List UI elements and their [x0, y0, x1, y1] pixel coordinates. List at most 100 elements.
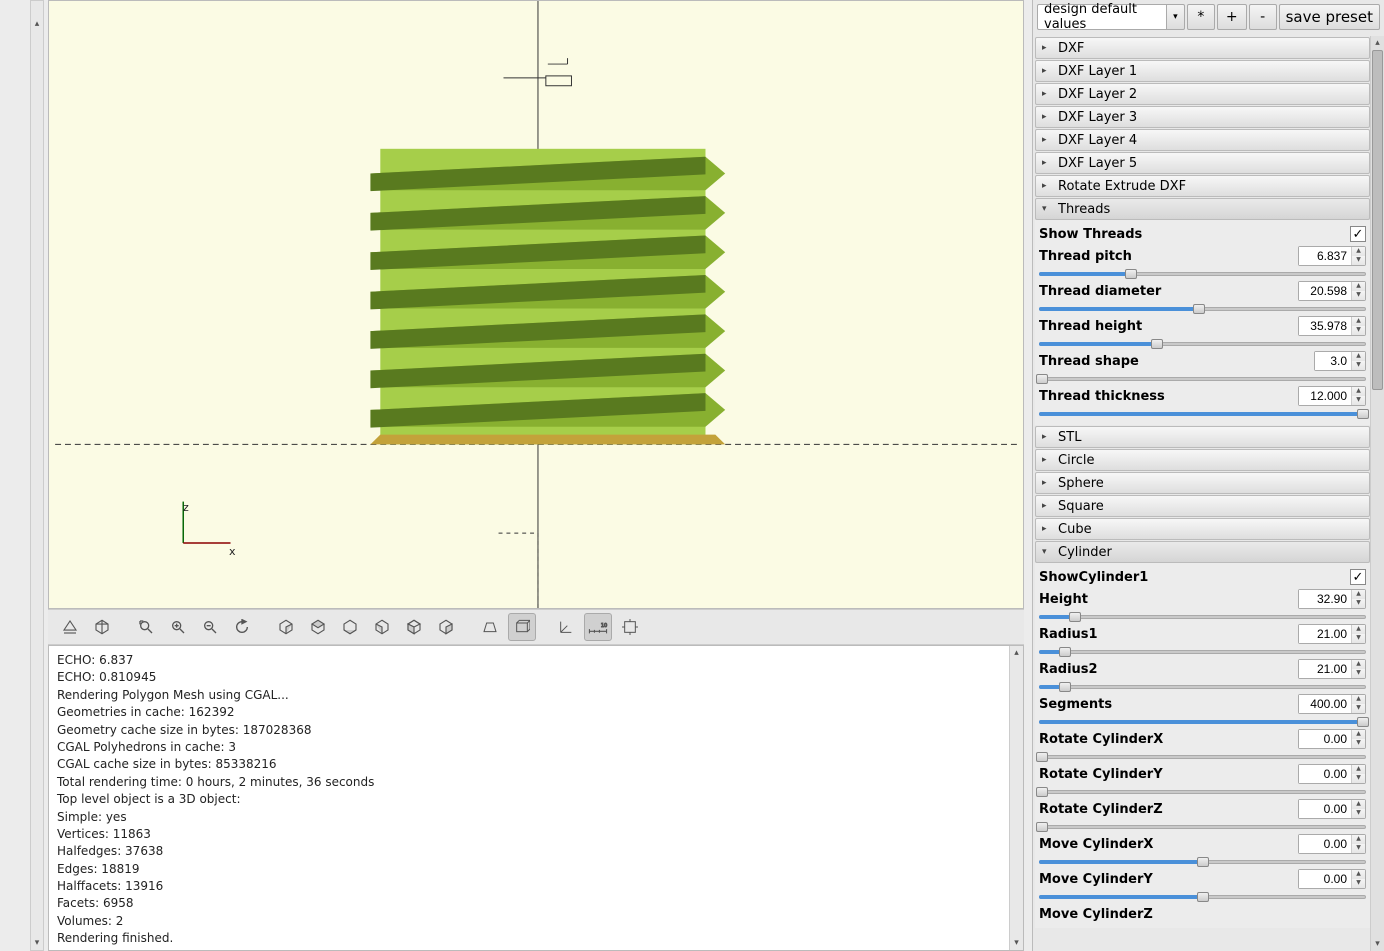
cyl-height-input[interactable] [1299, 590, 1351, 608]
step-down-icon[interactable]: ▼ [1352, 291, 1365, 300]
view-bottom-icon[interactable] [336, 613, 364, 641]
thread-shape-spin[interactable]: ▲▼ [1314, 351, 1366, 371]
axes-icon[interactable] [552, 613, 580, 641]
section-sphere[interactable]: ▸Sphere [1035, 472, 1370, 494]
step-up-icon[interactable]: ▲ [1352, 695, 1365, 704]
cyl-my-input[interactable] [1299, 870, 1351, 888]
scale-marker-icon[interactable]: 10 [584, 613, 612, 641]
section-stl[interactable]: ▸STL [1035, 426, 1370, 448]
step-down-icon[interactable]: ▼ [1352, 844, 1365, 853]
chevron-down-icon[interactable]: ▾ [1167, 4, 1185, 30]
thread-shape-slider[interactable] [1039, 374, 1366, 384]
step-down-icon[interactable]: ▼ [1352, 326, 1365, 335]
preset-combo[interactable]: design default values ▾ [1037, 4, 1185, 30]
cyl-rz-spin[interactable]: ▲▼ [1298, 799, 1366, 819]
thread-pitch-spin[interactable]: ▲▼ [1298, 246, 1366, 266]
scroll-up-icon[interactable]: ▴ [31, 17, 43, 31]
step-down-icon[interactable]: ▼ [1352, 809, 1365, 818]
cyl-r2-input[interactable] [1299, 660, 1351, 678]
perspective-icon[interactable] [476, 613, 504, 641]
thread-pitch-input[interactable] [1299, 247, 1351, 265]
thread-thickness-spin[interactable]: ▲▼ [1298, 386, 1366, 406]
zoom-fit-icon[interactable] [132, 613, 160, 641]
step-up-icon[interactable]: ▲ [1352, 387, 1365, 396]
left-scrollbar[interactable]: ▴ ▾ [30, 0, 44, 951]
view-front-icon[interactable] [400, 613, 428, 641]
cyl-my-slider[interactable] [1039, 892, 1366, 902]
cyl-ry-slider[interactable] [1039, 787, 1366, 797]
view-right-icon[interactable] [272, 613, 300, 641]
scroll-down-icon[interactable]: ▾ [31, 936, 43, 950]
step-up-icon[interactable]: ▲ [1352, 730, 1365, 739]
cyl-mx-slider[interactable] [1039, 857, 1366, 867]
step-up-icon[interactable]: ▲ [1352, 870, 1365, 879]
reset-view-icon[interactable] [228, 613, 256, 641]
step-up-icon[interactable]: ▲ [1352, 800, 1365, 809]
section-rotate-extrude[interactable]: ▸Rotate Extrude DXF [1035, 175, 1370, 197]
thread-thickness-slider[interactable] [1039, 409, 1366, 419]
viewport-3d[interactable]: z x [48, 0, 1024, 609]
crosshair-icon[interactable] [616, 613, 644, 641]
thread-shape-input[interactable] [1315, 352, 1351, 370]
console-scrollbar[interactable]: ▴ ▾ [1009, 646, 1023, 950]
view-left-icon[interactable] [368, 613, 396, 641]
panel-scrollbar[interactable]: ▴ ▾ [1370, 36, 1384, 951]
thread-height-input[interactable] [1299, 317, 1351, 335]
step-up-icon[interactable]: ▲ [1352, 247, 1365, 256]
step-up-icon[interactable]: ▲ [1352, 660, 1365, 669]
preset-add-button[interactable]: + [1217, 4, 1247, 30]
step-down-icon[interactable]: ▼ [1352, 256, 1365, 265]
thread-pitch-slider[interactable] [1039, 269, 1366, 279]
show-cylinder-checkbox[interactable]: ✓ [1350, 569, 1366, 585]
cyl-r2-spin[interactable]: ▲▼ [1298, 659, 1366, 679]
step-up-icon[interactable]: ▲ [1352, 625, 1365, 634]
section-circle[interactable]: ▸Circle [1035, 449, 1370, 471]
step-down-icon[interactable]: ▼ [1352, 739, 1365, 748]
cyl-seg-input[interactable] [1299, 695, 1351, 713]
cyl-seg-slider[interactable] [1039, 717, 1366, 727]
zoom-out-icon[interactable] [196, 613, 224, 641]
cyl-rx-slider[interactable] [1039, 752, 1366, 762]
orthographic-icon[interactable] [508, 613, 536, 641]
cyl-r2-slider[interactable] [1039, 682, 1366, 692]
cyl-rx-spin[interactable]: ▲▼ [1298, 729, 1366, 749]
cyl-height-spin[interactable]: ▲▼ [1298, 589, 1366, 609]
thread-diameter-slider[interactable] [1039, 304, 1366, 314]
thread-diameter-spin[interactable]: ▲▼ [1298, 281, 1366, 301]
cyl-r1-slider[interactable] [1039, 647, 1366, 657]
section-dxf[interactable]: ▸DXF [1035, 37, 1370, 59]
scroll-down-icon[interactable]: ▾ [1010, 936, 1023, 950]
render-icon[interactable] [88, 613, 116, 641]
section-dxf-layer1[interactable]: ▸DXF Layer 1 [1035, 60, 1370, 82]
step-up-icon[interactable]: ▲ [1352, 835, 1365, 844]
cyl-seg-spin[interactable]: ▲▼ [1298, 694, 1366, 714]
cyl-height-slider[interactable] [1039, 612, 1366, 622]
cyl-my-spin[interactable]: ▲▼ [1298, 869, 1366, 889]
step-up-icon[interactable]: ▲ [1352, 352, 1365, 361]
view-top-icon[interactable] [304, 613, 332, 641]
step-up-icon[interactable]: ▲ [1352, 590, 1365, 599]
step-down-icon[interactable]: ▼ [1352, 879, 1365, 888]
save-preset-button[interactable]: save preset [1279, 4, 1380, 30]
step-up-icon[interactable]: ▲ [1352, 282, 1365, 291]
section-dxf-layer4[interactable]: ▸DXF Layer 4 [1035, 129, 1370, 151]
step-down-icon[interactable]: ▼ [1352, 599, 1365, 608]
step-down-icon[interactable]: ▼ [1352, 704, 1365, 713]
show-threads-checkbox[interactable]: ✓ [1350, 226, 1366, 242]
cyl-rz-input[interactable] [1299, 800, 1351, 818]
step-down-icon[interactable]: ▼ [1352, 634, 1365, 643]
scroll-up-icon[interactable]: ▴ [1010, 646, 1023, 660]
preset-remove-button[interactable]: - [1249, 4, 1277, 30]
preset-star-button[interactable]: * [1187, 4, 1215, 30]
section-dxf-layer5[interactable]: ▸DXF Layer 5 [1035, 152, 1370, 174]
step-down-icon[interactable]: ▼ [1352, 361, 1365, 370]
step-down-icon[interactable]: ▼ [1352, 774, 1365, 783]
cyl-mx-input[interactable] [1299, 835, 1351, 853]
cyl-rz-slider[interactable] [1039, 822, 1366, 832]
scrollbar-thumb[interactable] [1372, 50, 1383, 390]
view-back-icon[interactable] [432, 613, 460, 641]
thread-height-slider[interactable] [1039, 339, 1366, 349]
scroll-down-icon[interactable]: ▾ [1371, 937, 1384, 951]
cyl-ry-input[interactable] [1299, 765, 1351, 783]
section-square[interactable]: ▸Square [1035, 495, 1370, 517]
